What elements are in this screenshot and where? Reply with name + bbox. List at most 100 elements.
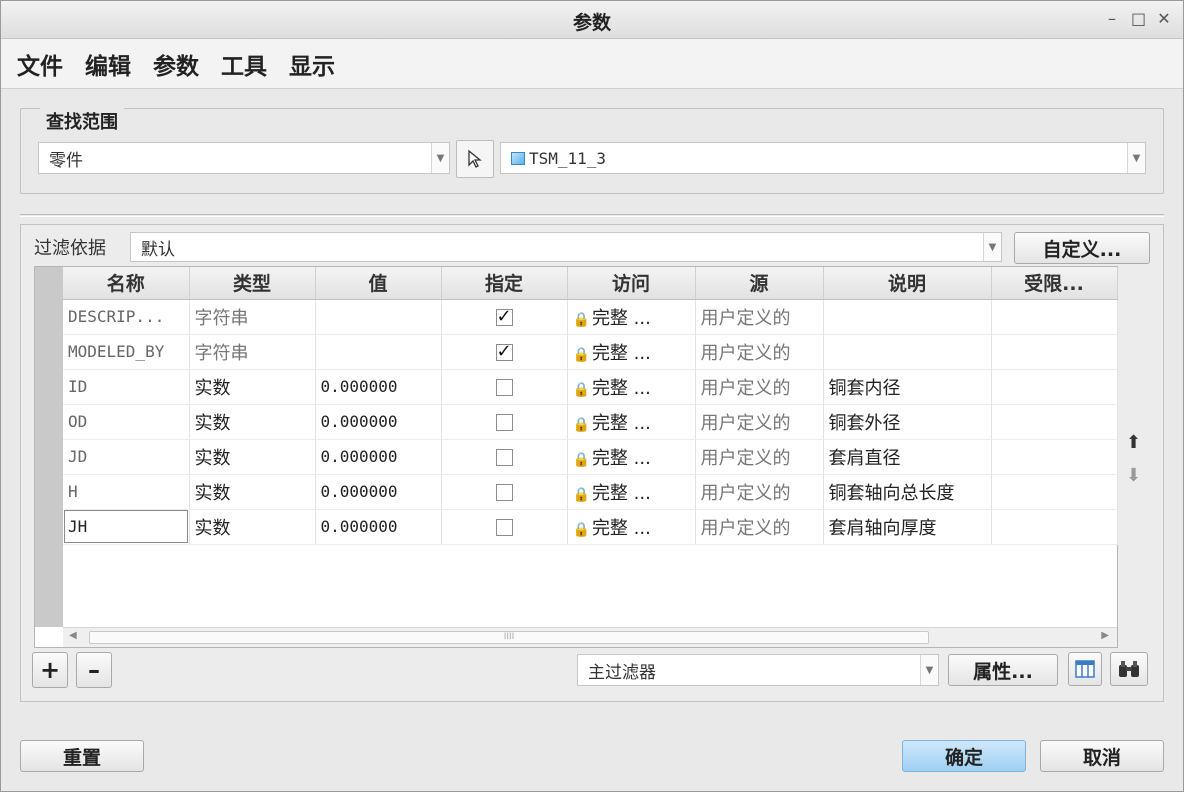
- param-designate-cell[interactable]: [441, 369, 568, 405]
- param-value-cell[interactable]: [315, 299, 442, 335]
- model-select[interactable]: TSM_11_3 ▼: [500, 142, 1146, 174]
- chevron-down-icon[interactable]: ▼: [431, 143, 449, 173]
- param-type-cell[interactable]: 字符串: [189, 299, 316, 335]
- param-description-cell[interactable]: 套肩轴向厚度: [823, 509, 992, 545]
- table-row[interactable]: DESCRIP...字符串🔒完整 ...用户定义的: [63, 299, 1118, 335]
- col-name-header[interactable]: 名称: [63, 267, 190, 300]
- param-designate-cell[interactable]: [441, 404, 568, 440]
- find-button[interactable]: [1110, 652, 1148, 686]
- table-row[interactable]: JH 实数 0.000000 🔒 完整 ... 用户定义的 套肩轴向厚度: [63, 509, 1118, 545]
- chevron-down-icon[interactable]: ▼: [920, 655, 938, 685]
- param-type-cell[interactable]: 实数: [189, 509, 316, 545]
- param-access-cell[interactable]: 🔒 完整 ...: [567, 474, 696, 510]
- designate-checkbox[interactable]: [495, 378, 513, 396]
- param-name-cell[interactable]: OD: [63, 404, 190, 440]
- scroll-right-icon[interactable]: ▶: [1101, 630, 1109, 641]
- param-name-cell[interactable]: MODELED_BY: [63, 334, 190, 370]
- param-description-cell[interactable]: [823, 334, 992, 370]
- param-name-cell[interactable]: JD: [63, 439, 190, 475]
- col-description-header[interactable]: 说明: [823, 267, 992, 300]
- param-type-cell[interactable]: 实数: [189, 404, 316, 440]
- columns-button[interactable]: [1068, 652, 1102, 686]
- param-type-cell[interactable]: 实数: [189, 439, 316, 475]
- maximize-button[interactable]: □: [1131, 9, 1146, 28]
- designate-checkbox[interactable]: [495, 341, 513, 362]
- param-access-cell[interactable]: 🔒 完整 ...: [567, 509, 696, 545]
- param-restricted-cell[interactable]: [991, 334, 1118, 370]
- col-restricted-header[interactable]: 受限...: [991, 267, 1118, 300]
- reset-button[interactable]: 重置: [20, 740, 144, 772]
- param-name-cell[interactable]: ID: [63, 369, 190, 405]
- menu-tools[interactable]: 工具: [221, 47, 267, 81]
- param-name-cell[interactable]: H: [63, 474, 190, 510]
- menu-edit[interactable]: 编辑: [85, 47, 131, 81]
- table-row[interactable]: ID 实数 0.000000 🔒 完整 ... 用户定义的 铜套内径: [63, 369, 1118, 405]
- param-source-cell[interactable]: 用户定义的: [695, 334, 824, 370]
- param-description-cell[interactable]: 铜套轴向总长度: [823, 474, 992, 510]
- horizontal-scrollbar[interactable]: ◀ IIII ▶: [63, 627, 1117, 647]
- chevron-down-icon[interactable]: ▼: [983, 233, 1001, 261]
- param-type-cell[interactable]: 实数: [189, 474, 316, 510]
- param-name-cell[interactable]: JH: [63, 509, 190, 545]
- param-designate-cell[interactable]: [441, 334, 568, 370]
- param-restricted-cell[interactable]: [991, 439, 1118, 475]
- param-description-cell[interactable]: [823, 299, 992, 335]
- table-row[interactable]: OD 实数 0.000000 🔒 完整 ... 用户定义的 铜套外径: [63, 404, 1118, 440]
- param-value-cell[interactable]: 0.000000: [315, 474, 442, 510]
- param-restricted-cell[interactable]: [991, 299, 1118, 335]
- param-restricted-cell[interactable]: [991, 369, 1118, 405]
- table-row[interactable]: MODELED_BY字符串 🔒完整 ...用户定义的: [63, 334, 1118, 370]
- param-value-cell[interactable]: 0.000000: [315, 439, 442, 475]
- customize-button[interactable]: 自定义...: [1014, 232, 1150, 264]
- param-type-cell[interactable]: 实数: [189, 369, 316, 405]
- param-designate-cell[interactable]: [441, 509, 568, 545]
- col-access-header[interactable]: 访问: [567, 267, 696, 300]
- col-value-header[interactable]: 值: [315, 267, 442, 300]
- designate-checkbox[interactable]: [495, 448, 513, 466]
- properties-button[interactable]: 属性...: [948, 654, 1058, 686]
- table-row[interactable]: JD 实数 0.000000 🔒 完整 ... 用户定义的 套肩直径: [63, 439, 1118, 475]
- param-restricted-cell[interactable]: [991, 509, 1118, 545]
- param-source-cell[interactable]: 用户定义的: [695, 474, 824, 510]
- table-row[interactable]: H 实数 0.000000 🔒 完整 ... 用户定义的 铜套轴向总长度: [63, 474, 1118, 510]
- param-value-cell[interactable]: 0.000000: [315, 369, 442, 405]
- main-filter-select[interactable]: 主过滤器 ▼: [577, 654, 939, 686]
- remove-parameter-button[interactable]: –: [76, 652, 112, 688]
- param-description-cell[interactable]: 套肩直径: [823, 439, 992, 475]
- col-type-header[interactable]: 类型: [189, 267, 316, 300]
- designate-checkbox[interactable]: [495, 306, 513, 327]
- designate-checkbox[interactable]: [495, 413, 513, 431]
- param-type-cell[interactable]: 字符串: [189, 334, 316, 370]
- param-source-cell[interactable]: 用户定义的: [695, 439, 824, 475]
- cancel-button[interactable]: 取消: [1040, 740, 1164, 772]
- param-access-cell[interactable]: 🔒 完整 ...: [567, 404, 696, 440]
- menu-file[interactable]: 文件: [17, 47, 63, 81]
- add-parameter-button[interactable]: +: [32, 652, 68, 688]
- scope-type-select[interactable]: 零件 ▼: [38, 142, 450, 174]
- param-designate-cell[interactable]: [441, 474, 568, 510]
- param-access-cell[interactable]: 🔒 完整 ...: [567, 439, 696, 475]
- scroll-left-icon[interactable]: ◀: [69, 630, 77, 641]
- minimize-button[interactable]: –: [1105, 9, 1119, 28]
- menu-display[interactable]: 显示: [289, 47, 335, 81]
- param-value-cell[interactable]: 0.000000: [315, 509, 442, 545]
- param-source-cell[interactable]: 用户定义的: [695, 369, 824, 405]
- param-value-cell[interactable]: [315, 334, 442, 370]
- close-button[interactable]: ✕: [1157, 9, 1171, 28]
- param-access-cell[interactable]: 🔒 完整 ...: [567, 299, 696, 335]
- param-designate-cell[interactable]: [441, 439, 568, 475]
- param-source-cell[interactable]: 用户定义的: [695, 509, 824, 545]
- param-description-cell[interactable]: 铜套外径: [823, 404, 992, 440]
- select-model-button[interactable]: [456, 140, 494, 178]
- param-source-cell[interactable]: 用户定义的: [695, 404, 824, 440]
- param-description-cell[interactable]: 铜套内径: [823, 369, 992, 405]
- col-designate-header[interactable]: 指定: [441, 267, 568, 300]
- chevron-down-icon[interactable]: ▼: [1127, 143, 1145, 173]
- filter-select[interactable]: 默认 ▼: [130, 232, 1002, 262]
- param-access-cell[interactable]: 🔒 完整 ...: [567, 334, 696, 370]
- ok-button[interactable]: 确定: [902, 740, 1026, 772]
- scroll-thumb[interactable]: IIII: [89, 631, 929, 644]
- designate-checkbox[interactable]: [495, 483, 513, 501]
- param-name-cell[interactable]: DESCRIP...: [63, 299, 190, 335]
- param-access-cell[interactable]: 🔒 完整 ...: [567, 369, 696, 405]
